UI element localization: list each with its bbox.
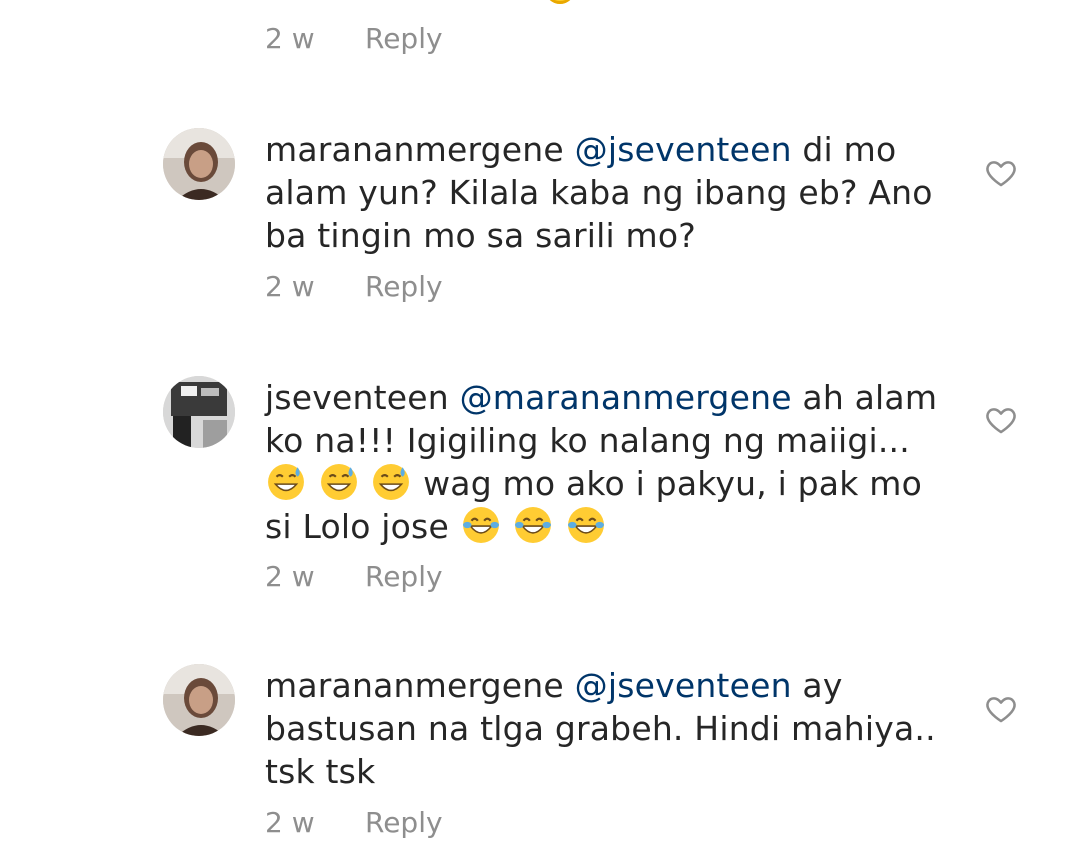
avatar[interactable] [163,128,235,200]
comment-meta-row: 2 w Reply [265,560,443,593]
tears-of-joy-emoji [512,507,565,546]
comment-meta-row: 2 w Reply [265,270,443,303]
comment-text: marananmergene @jseventeen di mo alam yu… [265,128,955,257]
avatar[interactable] [163,664,235,736]
grinning-sweat-emoji [265,464,318,503]
comment-timestamp: 2 w [265,806,315,839]
grinning-sweat-emoji [370,464,423,503]
reply-button[interactable]: Reply [365,806,443,839]
heart-outline-icon[interactable] [984,692,1018,726]
comment-mention[interactable]: @jseventeen [575,130,792,169]
comment-username[interactable]: marananmergene [265,130,564,169]
clipped-emoji [545,0,575,4]
comment-text: marananmergene @jseventeen ay bastusan n… [265,664,955,793]
comment-username[interactable]: jseventeen [265,378,449,417]
heart-outline-icon[interactable] [984,156,1018,190]
tears-of-joy-emoji [565,507,607,546]
comment-timestamp: 2 w [265,560,315,593]
comment-meta-row: 2 w Reply [265,806,443,839]
avatar[interactable] [163,376,235,448]
comment-text: jseventeen @marananmergene ah alam ko na… [265,376,955,548]
comment-timestamp: 2 w [265,270,315,303]
tears-of-joy-emoji [460,507,513,546]
comment-mention[interactable]: @jseventeen [575,666,792,705]
reply-button[interactable]: Reply [365,22,443,55]
comment-mention[interactable]: @marananmergene [460,378,792,417]
comment-timestamp: 2 w [265,22,315,55]
reply-button[interactable]: Reply [365,560,443,593]
grinning-sweat-emoji [318,464,371,503]
comment-meta-row: 2 w Reply [265,22,443,55]
comment-username[interactable]: marananmergene [265,666,564,705]
heart-outline-icon[interactable] [984,403,1018,437]
reply-button[interactable]: Reply [365,270,443,303]
